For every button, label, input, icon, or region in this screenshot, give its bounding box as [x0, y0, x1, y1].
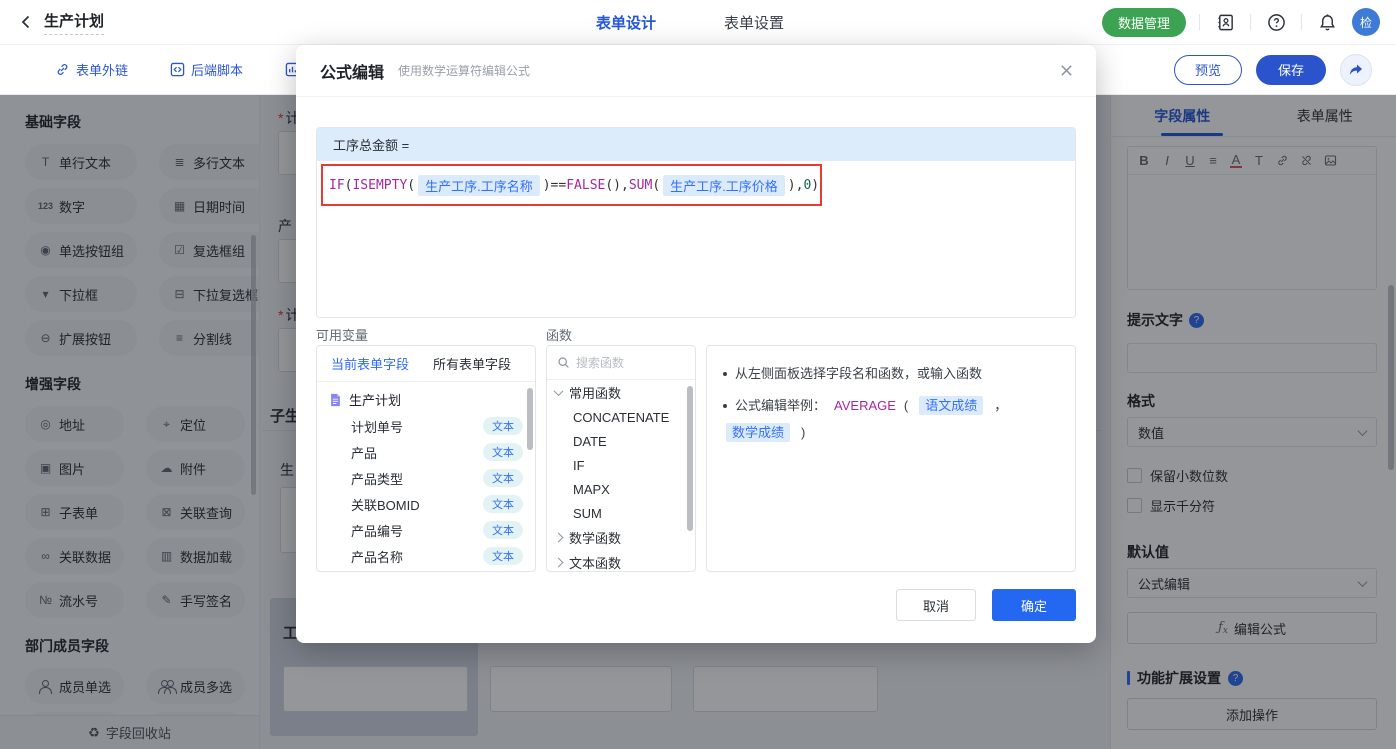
link-icon: [57, 64, 68, 75]
type-badge: 文本: [483, 417, 523, 435]
document-icon: [331, 393, 340, 406]
field-chip: 数学成绩: [726, 423, 791, 442]
formula-paren: (: [344, 178, 353, 193]
variable-item[interactable]: 产品编号 文本: [317, 517, 535, 543]
tab-form-design[interactable]: 表单设计: [596, 12, 656, 33]
tab-form-settings[interactable]: 表单设置: [724, 12, 784, 33]
contact-book-icon[interactable]: [1213, 10, 1237, 34]
search-icon: [558, 357, 569, 368]
formula-paren: (),: [605, 178, 629, 193]
share-button[interactable]: [1340, 53, 1372, 86]
variables-label: 可用变量: [316, 328, 369, 343]
bell-icon[interactable]: [1315, 10, 1339, 34]
type-badge: 文本: [483, 547, 523, 565]
form-external-link-button[interactable]: 表单外链: [55, 60, 128, 79]
backend-script-button[interactable]: 后端脚本: [170, 60, 243, 79]
data-manage-button[interactable]: 数据管理: [1101, 7, 1186, 37]
formula-function: ISEMPTY: [352, 178, 408, 193]
form-designer-screen: 生产计划 表单设计 表单设置 数据管理 检 表单外链 后端脚本 预览 保存 基础…: [0, 0, 1396, 749]
formula-expression: IF(ISEMPTY(生产工序.工序名称)== FALSE (), SUM(生产工序.…: [329, 175, 819, 196]
example-function: AVERAGE: [834, 398, 896, 413]
close-icon[interactable]: [1059, 63, 1074, 78]
chevron-right-icon: [553, 557, 564, 568]
function-group-text[interactable]: 文本函数: [547, 550, 695, 571]
function-item[interactable]: CONCATENATE: [547, 405, 695, 429]
functions-panel: 常用函数 CONCATENATE DATE IF MAPX SUM 数学函数 文…: [546, 345, 696, 572]
formula-function: FALSE: [566, 178, 606, 193]
function-item[interactable]: MAPX: [547, 477, 695, 501]
type-badge: 文本: [483, 469, 523, 487]
formula-number: 0: [803, 178, 812, 193]
type-badge: 文本: [483, 521, 523, 539]
variable-item[interactable]: 关联BOMID 文本: [317, 491, 535, 517]
formula-input-area[interactable]: IF(ISEMPTY(生产工序.工序名称)== FALSE (), SUM(生产工序.…: [317, 161, 1075, 317]
modal-footer: 取消 确定: [896, 589, 1076, 621]
variables-panel: 当前表单字段 所有表单字段 生产计划 计划单号 文本 产品 文本 产品类型 文本 关联…: [316, 345, 536, 572]
formula-target-field: 工序总金额 =: [317, 128, 1075, 161]
type-badge: 文本: [483, 443, 523, 461]
function-search: [547, 346, 695, 380]
functions-label: 函数: [546, 328, 573, 343]
formula-paren: (: [407, 178, 416, 193]
hint-example-line: 公式编辑举例： AVERAGE ( 语文成绩 ， 数学成绩 ): [723, 396, 1059, 442]
function-group-common[interactable]: 常用函数: [547, 380, 695, 405]
modal-header: 公式编辑 使用数学运算符编辑公式: [296, 45, 1096, 97]
formula-paren: ),: [787, 178, 804, 193]
bullet: [723, 404, 727, 408]
preview-button[interactable]: 预览: [1173, 54, 1242, 85]
confirm-button[interactable]: 确定: [992, 589, 1076, 621]
tab-all-form-fields[interactable]: 所有表单字段: [433, 354, 511, 373]
back-button[interactable]: [18, 14, 34, 30]
formula-editor-box: 工序总金额 = IF(ISEMPTY(生产工序.工序名称)== FALSE (), S…: [316, 127, 1076, 318]
formula-paren: (: [652, 178, 661, 193]
cancel-button[interactable]: 取消: [896, 589, 976, 621]
hints-panel: 从左侧面板选择字段名和函数，或输入函数 公式编辑举例： AVERAGE ( 语文…: [706, 345, 1076, 572]
chevron-down-icon: [553, 386, 564, 397]
variables-scrollbar[interactable]: [527, 388, 533, 450]
formula-operator: )==: [542, 178, 567, 193]
function-item[interactable]: SUM: [547, 501, 695, 525]
divider: [1301, 14, 1302, 30]
chevron-left-icon: [21, 15, 30, 29]
header-tabs: 表单设计 表单设置: [596, 12, 784, 33]
function-item[interactable]: DATE: [547, 429, 695, 453]
divider: [1199, 14, 1200, 30]
help-icon[interactable]: [1264, 10, 1288, 34]
function-item[interactable]: IF: [547, 453, 695, 477]
variable-item[interactable]: 计划单号 文本: [317, 413, 535, 439]
function-search-input[interactable]: [576, 355, 676, 370]
hint-line: 从左侧面板选择字段名和函数，或输入函数: [723, 364, 1059, 383]
modal-subtitle: 使用数学运算符编辑公式: [398, 64, 531, 78]
share-arrow-icon: [1350, 64, 1362, 75]
formula-paren: ): [811, 178, 820, 193]
save-button[interactable]: 保存: [1255, 54, 1326, 85]
function-group-math[interactable]: 数学函数: [547, 525, 695, 550]
script-icon: [170, 62, 185, 77]
chevron-right-icon: [553, 532, 564, 543]
bullet: [723, 372, 727, 376]
formula-function: IF: [329, 178, 345, 193]
type-badge: 文本: [483, 495, 523, 513]
modal-title: 公式编辑: [320, 64, 385, 82]
app-header: 生产计划 表单设计 表单设置 数据管理 检: [0, 0, 1396, 45]
form-root-node[interactable]: 生产计划: [317, 382, 535, 413]
field-chip[interactable]: 生产工序.工序名称: [418, 175, 540, 196]
formula-function: SUM: [628, 178, 653, 193]
field-chip: 语文成绩: [919, 396, 984, 415]
variable-item[interactable]: 产品名称 文本: [317, 543, 535, 569]
page-title[interactable]: 生产计划: [44, 10, 105, 35]
divider: [1250, 14, 1251, 30]
field-chip[interactable]: 生产工序.工序价格: [663, 175, 785, 196]
formula-editor-modal: 公式编辑 使用数学运算符编辑公式 工序总金额 = IF(ISEMPTY(生产工序…: [296, 45, 1096, 643]
functions-scrollbar[interactable]: [687, 386, 693, 531]
avatar[interactable]: 检: [1352, 8, 1380, 36]
variable-item[interactable]: 产品类型 文本: [317, 465, 535, 491]
tab-current-form-fields[interactable]: 当前表单字段: [331, 354, 409, 373]
variable-item[interactable]: 产品 文本: [317, 439, 535, 465]
